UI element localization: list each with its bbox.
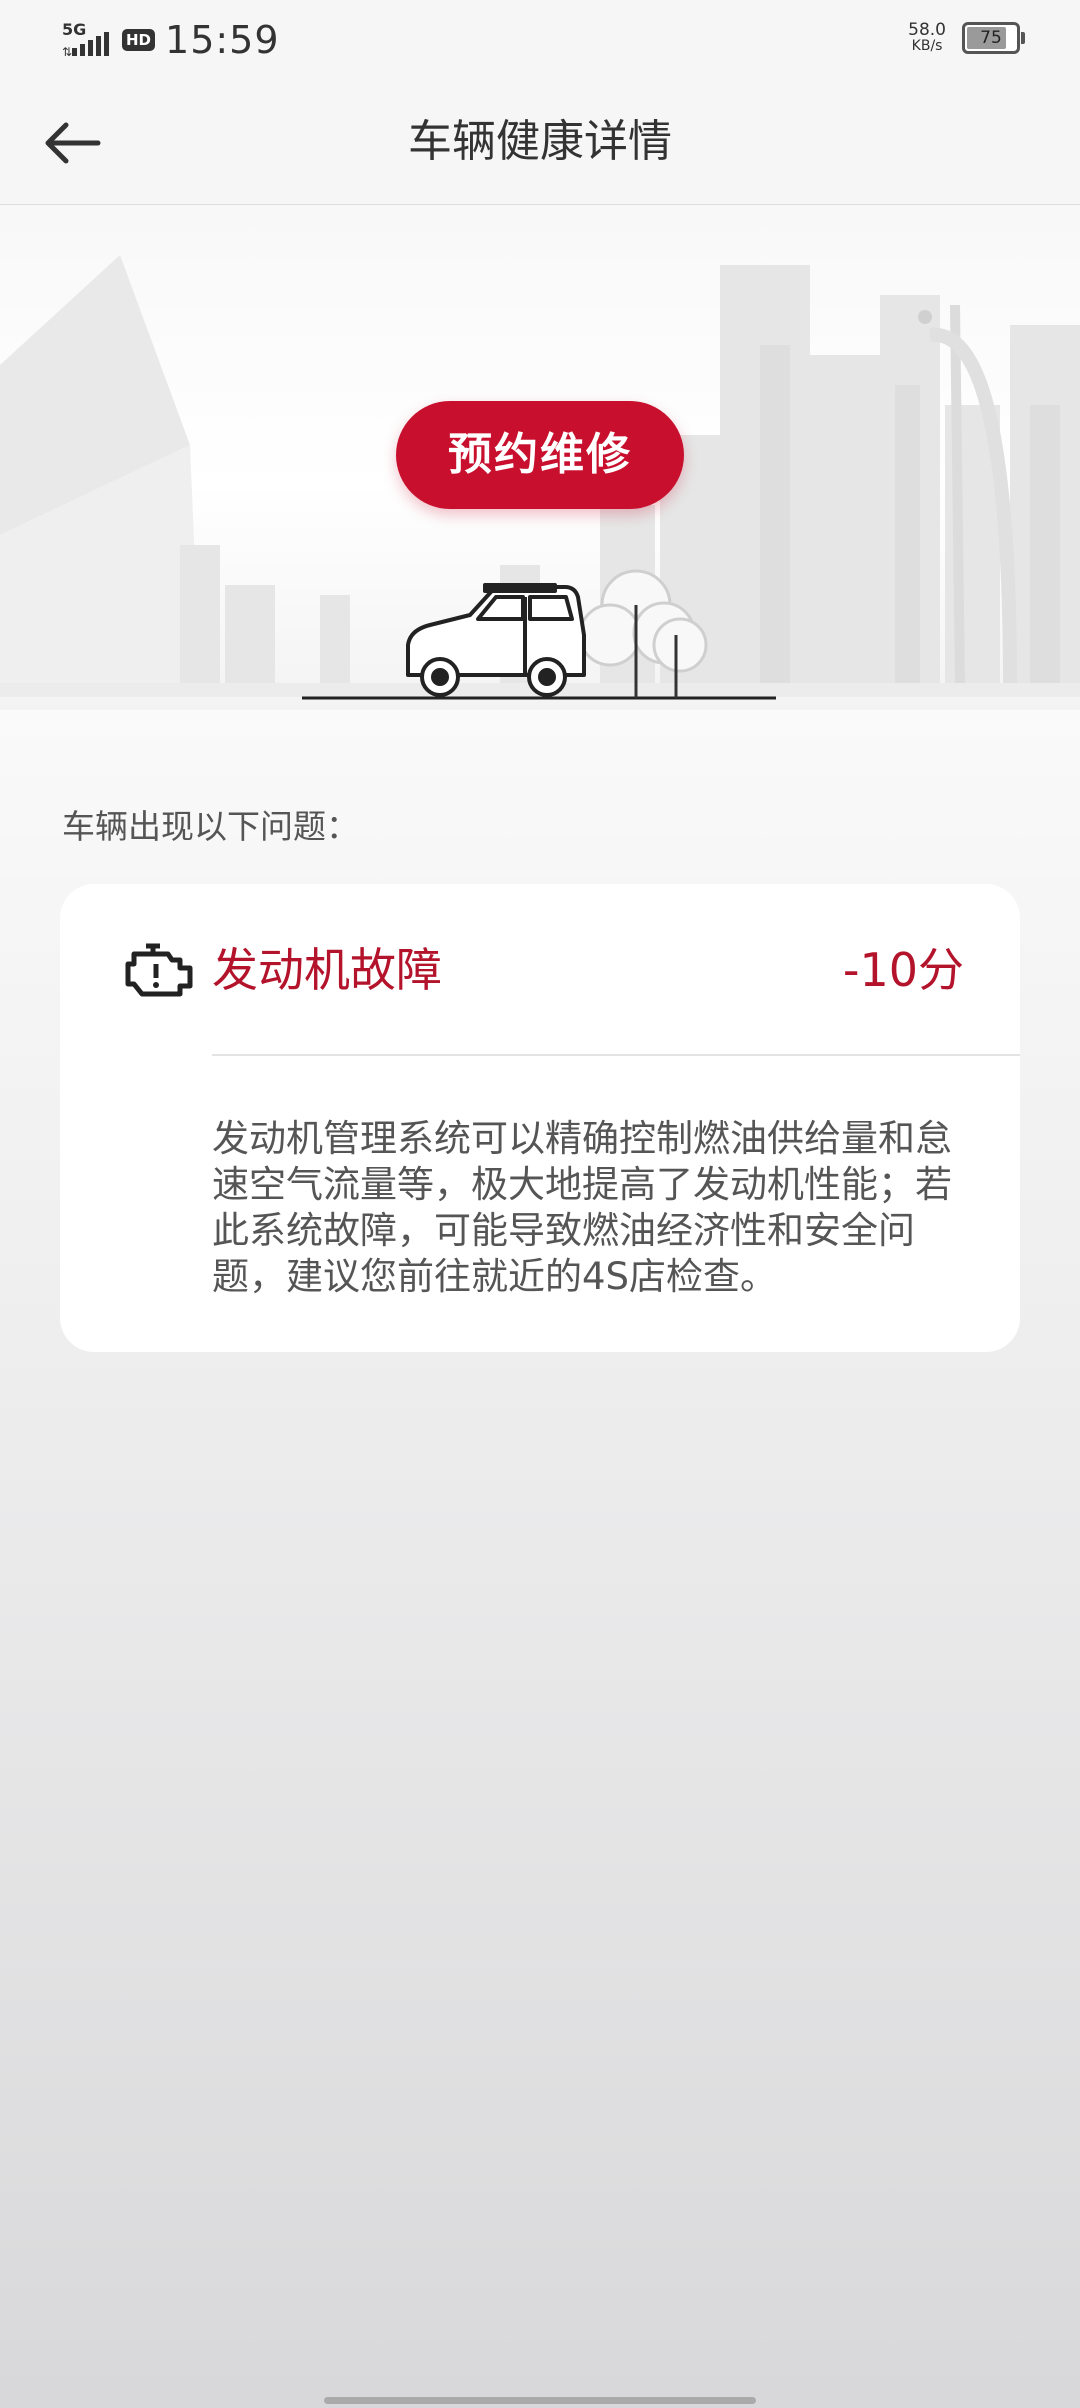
home-indicator[interactable]: [324, 2397, 756, 2404]
network-speed-unit: KB/s: [911, 38, 943, 54]
issue-card[interactable]: 发动机故障 -10分 发动机管理系统可以精确控制燃油供给量和怠速空气流量等，极大…: [60, 884, 1020, 1352]
app-header: 车辆健康详情: [0, 80, 1080, 206]
status-left: 5G ⇅ HD 15:59: [62, 18, 280, 62]
book-repair-button[interactable]: 预约维修: [396, 401, 684, 509]
status-time: 15:59: [165, 18, 280, 62]
network-speed: 58.0 KB/s: [908, 20, 946, 55]
hero-illustration: 预约维修: [0, 205, 1080, 710]
card-divider: [212, 1054, 1020, 1056]
hd-badge: HD: [122, 29, 156, 51]
issues-section-label: 车辆出现以下问题：: [62, 807, 359, 846]
fault-score: -10分: [842, 943, 964, 997]
fault-name: 发动机故障: [212, 943, 442, 997]
battery-icon: 75: [962, 22, 1025, 54]
page-title: 车辆健康详情: [408, 116, 672, 167]
engine-icon: [125, 943, 193, 997]
network-speed-value: 58.0: [908, 20, 946, 40]
battery-level: 75: [980, 28, 1002, 48]
cellular-signal-icon: 5G ⇅: [62, 20, 112, 60]
status-bar: 5G ⇅ HD 15:59 58.0 KB/s 75: [0, 0, 1080, 80]
fault-description: 发动机管理系统可以精确控制燃油供给量和怠速空气流量等，极大地提高了发动机性能；若…: [212, 1117, 952, 1298]
status-right: 58.0 KB/s 75: [908, 20, 1025, 55]
